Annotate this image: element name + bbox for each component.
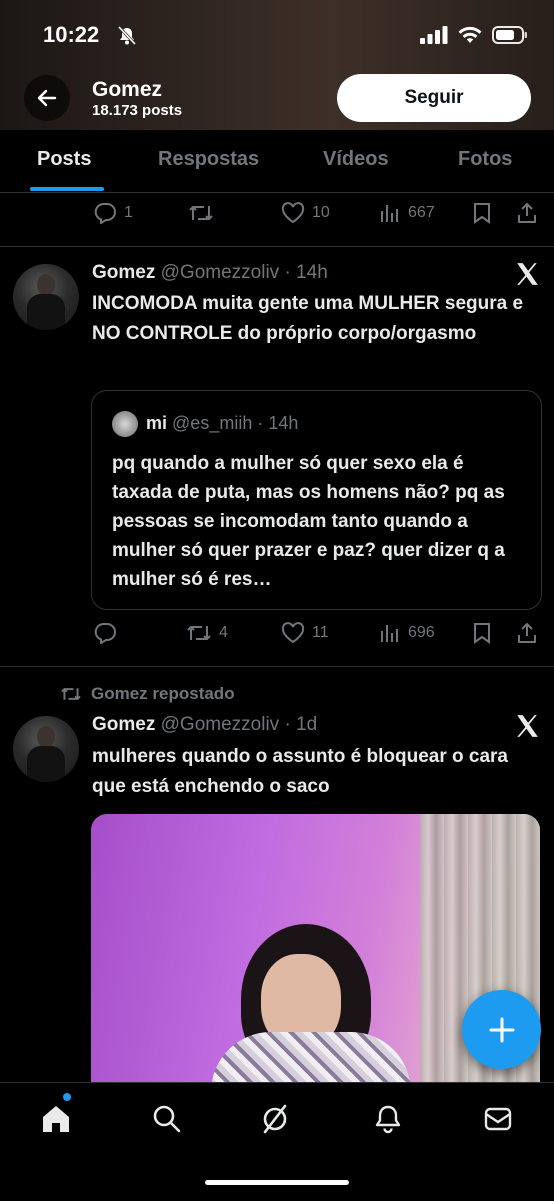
tweet-divider xyxy=(0,246,554,247)
tweet-text: mulheres quando o assunto é bloquear o c… xyxy=(92,746,508,797)
quoted-author-name: mi xyxy=(146,413,168,433)
tweet-author[interactable]: Gomez @Gomezzoliv · 14h xyxy=(92,262,328,284)
back-button[interactable] xyxy=(24,75,70,121)
profile-tabs: Posts Respostas Vídeos Fotos xyxy=(0,130,554,193)
avatar[interactable] xyxy=(13,264,79,330)
notification-dot xyxy=(63,1093,71,1101)
bookmark-icon xyxy=(474,203,490,224)
retweet-button[interactable] xyxy=(188,202,221,224)
author-handle-time: @Gomezzoliv · 14h xyxy=(160,262,328,283)
retweet-count: 4 xyxy=(219,624,228,641)
tweet-actions: 1 10 667 xyxy=(0,202,554,232)
x-logo-icon xyxy=(517,715,538,737)
heart-icon xyxy=(281,622,305,644)
quoted-handle-time: @es_miih · 14h xyxy=(172,413,299,433)
quoted-author: mi @es_miih · 14h xyxy=(146,413,298,434)
messages-icon[interactable] xyxy=(482,1103,514,1135)
arrow-left-icon xyxy=(37,89,57,107)
status-time: 10:22 xyxy=(43,22,100,47)
views-icon xyxy=(381,205,398,222)
tab-posts[interactable]: Posts xyxy=(37,148,91,171)
views-button[interactable]: 696 xyxy=(379,622,435,644)
quoted-tweet[interactable]: mi @es_miih · 14h pq quando a mulher só … xyxy=(91,390,542,610)
profile-post-count: 18.173 posts xyxy=(92,102,183,119)
like-button[interactable]: 10 xyxy=(281,202,330,224)
status-bar: 10:22 xyxy=(0,20,554,54)
silent-mode-icon xyxy=(117,25,137,51)
view-count: 667 xyxy=(408,204,435,221)
quoted-avatar xyxy=(112,411,138,437)
tab-fotos[interactable]: Fotos xyxy=(458,148,512,171)
avatar[interactable] xyxy=(13,716,79,782)
views-icon xyxy=(381,625,398,642)
quoted-text: pq quando a mulher só quer sexo ela é ta… xyxy=(112,453,505,590)
tweet-media-gif[interactable] xyxy=(91,814,540,1104)
cellular-signal-icon xyxy=(420,26,448,49)
reply-button[interactable] xyxy=(93,622,124,644)
like-count: 11 xyxy=(312,624,329,641)
author-name: Gomez xyxy=(92,714,156,735)
x-logo-icon xyxy=(517,263,538,285)
like-count: 10 xyxy=(312,204,330,221)
view-count: 696 xyxy=(408,624,435,641)
profile-name: Gomez xyxy=(92,78,163,101)
wifi-icon xyxy=(458,26,482,49)
retweet-icon xyxy=(61,688,81,700)
active-tab-indicator xyxy=(30,187,104,191)
author-name: Gomez xyxy=(92,262,156,283)
reply-button[interactable]: 1 xyxy=(93,202,133,224)
tab-respostas[interactable]: Respostas xyxy=(158,148,259,171)
views-button[interactable]: 667 xyxy=(379,202,435,224)
plus-icon xyxy=(489,1017,514,1042)
home-indicator xyxy=(205,1180,349,1185)
like-button[interactable]: 11 xyxy=(281,622,329,644)
grok-icon[interactable] xyxy=(259,1103,291,1135)
tweet-author[interactable]: Gomez @Gomezzoliv · 1d xyxy=(92,714,317,736)
battery-icon xyxy=(492,26,528,49)
retweet-button[interactable]: 4 xyxy=(186,622,228,644)
author-handle-time: @Gomezzoliv · 1d xyxy=(160,714,318,735)
bookmark-icon xyxy=(474,623,490,644)
tab-videos[interactable]: Vídeos xyxy=(323,148,389,171)
compose-button[interactable] xyxy=(462,990,541,1069)
reply-icon xyxy=(94,203,116,224)
search-icon[interactable] xyxy=(151,1103,183,1135)
tweet-actions: 4 11 696 xyxy=(0,622,554,652)
follow-button[interactable]: Seguir xyxy=(337,74,531,122)
retweet-icon xyxy=(189,206,213,220)
bookmark-button[interactable] xyxy=(472,202,492,224)
notifications-bell-icon[interactable] xyxy=(372,1103,404,1135)
tweet-divider xyxy=(0,666,554,667)
repost-indicator: Gomez repostado xyxy=(60,684,235,704)
share-icon xyxy=(518,203,536,223)
tweet-text: INCOMODA muita gente uma MULHER segura e… xyxy=(92,293,524,344)
reply-icon xyxy=(94,623,116,644)
share-icon xyxy=(518,623,536,643)
home-icon[interactable] xyxy=(40,1103,72,1135)
share-button[interactable] xyxy=(516,622,538,644)
bookmark-button[interactable] xyxy=(472,622,492,644)
reply-count: 1 xyxy=(124,204,133,221)
reposted-by-label: Gomez repostado xyxy=(91,684,235,703)
share-button[interactable] xyxy=(516,202,538,224)
retweet-icon xyxy=(187,626,211,640)
heart-icon xyxy=(281,202,305,224)
